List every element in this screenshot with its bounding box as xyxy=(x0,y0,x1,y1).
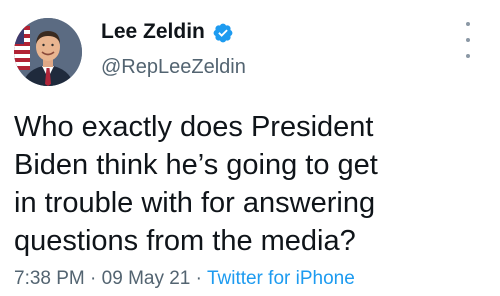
tweet-time[interactable]: 7:38 PM xyxy=(14,268,85,289)
verified-badge-icon xyxy=(213,23,233,43)
tweet-card: Lee Zeldin @RepLeeZeldin Who exactly doe… xyxy=(0,0,500,296)
meta-separator: · xyxy=(190,268,207,289)
tweet-text-line: questions from the media? xyxy=(14,225,356,257)
tweet-text-line: Biden think he’s going to get xyxy=(14,149,378,181)
tweet-date[interactable]: 09 May 21 xyxy=(102,268,191,289)
tweet-text-line: Who exactly does President xyxy=(14,111,374,143)
more-dot xyxy=(466,38,470,42)
more-dot xyxy=(466,54,470,58)
tweet-source-link[interactable]: Twitter for iPhone xyxy=(207,268,355,289)
avatar-photo xyxy=(14,18,82,86)
more-options-icon[interactable] xyxy=(458,22,478,58)
avatar[interactable] xyxy=(14,18,82,86)
tweet-text: Who exactly does President Biden think h… xyxy=(14,108,494,260)
author-name[interactable]: Lee Zeldin xyxy=(101,20,205,44)
tweet-text-line: in trouble with for answering xyxy=(14,187,376,219)
more-dot xyxy=(466,22,470,26)
author-handle[interactable]: @RepLeeZeldin xyxy=(101,56,246,79)
meta-separator: · xyxy=(84,268,102,289)
tweet-metadata: 7:38 PM · 09 May 21 · Twitter for iPhone xyxy=(14,268,355,290)
